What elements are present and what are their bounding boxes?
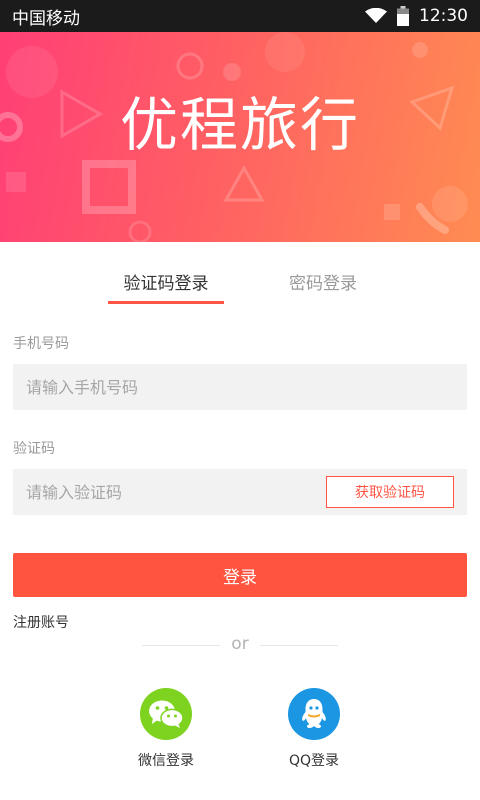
qq-login-button[interactable]: QQ登录 [259, 688, 369, 770]
qq-icon [302, 699, 326, 729]
status-indicators: 12:30 [365, 6, 468, 26]
brand-logo-text: 优程旅行 [119, 91, 360, 159]
active-tab-indicator [108, 301, 224, 304]
tab-sms-login[interactable]: 验证码登录 [108, 258, 224, 306]
divider-text: or [231, 634, 249, 654]
header-banner: 优程旅行 [0, 32, 480, 242]
wechat-login-label: 微信登录 [138, 753, 194, 769]
brand-logo: 优程旅行 [0, 78, 480, 162]
login-button-label: 登录 [223, 567, 257, 588]
qq-icon-circle [288, 688, 340, 740]
battery-icon [397, 6, 409, 26]
or-divider: or [0, 634, 480, 656]
register-link[interactable]: 注册账号 [13, 612, 69, 632]
status-bar: 中国移动 12:30 [0, 0, 480, 32]
wechat-login-button[interactable]: 微信登录 [111, 688, 221, 770]
wechat-icon [149, 700, 184, 728]
login-tabs: 验证码登录 密码登录 [0, 258, 480, 306]
clock-time: 12:30 [419, 6, 468, 26]
tab-sms-login-label: 验证码登录 [123, 274, 209, 294]
tab-password-login[interactable]: 密码登录 [265, 258, 381, 306]
wifi-icon [365, 8, 387, 24]
phone-input[interactable] [13, 364, 467, 410]
divider-line-right [260, 645, 338, 646]
phone-label: 手机号码 [13, 336, 69, 352]
code-label: 验证码 [13, 441, 55, 457]
tab-password-login-label: 密码登录 [289, 274, 357, 294]
wechat-icon-circle [140, 688, 192, 740]
qq-login-label: QQ登录 [288, 753, 340, 769]
login-button[interactable]: 登录 [13, 553, 467, 597]
get-code-button[interactable]: 获取验证码 [326, 476, 454, 508]
carrier-name: 中国移动 [12, 8, 80, 29]
get-code-button-label: 获取验证码 [355, 485, 425, 501]
